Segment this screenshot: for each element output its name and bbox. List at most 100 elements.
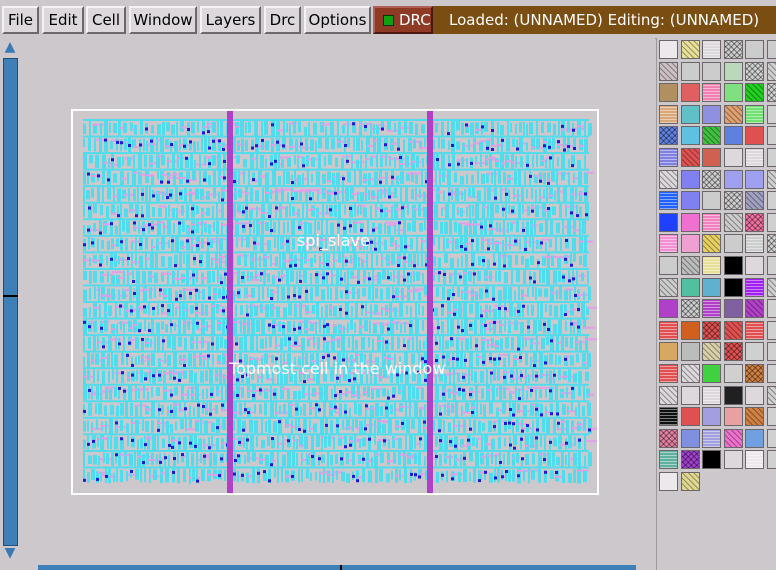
layer-swatch[interactable] (767, 148, 776, 167)
layer-swatch[interactable] (680, 385, 700, 405)
layer-swatch[interactable] (680, 148, 700, 167)
layer-swatch[interactable] (745, 385, 765, 405)
layer-swatch[interactable] (659, 169, 678, 189)
layer-swatch[interactable] (659, 342, 678, 362)
layer-swatch[interactable] (702, 126, 722, 146)
layer-swatch[interactable] (659, 256, 678, 275)
arrow-up-icon[interactable]: ▲ (2, 39, 18, 55)
layer-swatch[interactable] (702, 212, 722, 232)
layer-swatch[interactable] (680, 169, 700, 189)
layer-swatch[interactable] (680, 234, 700, 254)
layer-swatch[interactable] (745, 299, 765, 319)
vertical-scrollbar[interactable]: ▲ ▼ (0, 38, 20, 564)
layer-swatch[interactable] (745, 450, 765, 470)
layer-swatch[interactable] (659, 407, 678, 427)
layer-swatch[interactable] (767, 364, 776, 383)
layer-swatch[interactable] (723, 342, 743, 362)
layer-swatch[interactable] (659, 61, 678, 81)
layer-swatch[interactable] (659, 320, 678, 340)
layer-swatch[interactable] (702, 61, 722, 81)
drc-status-button[interactable]: DRC (373, 6, 433, 34)
layer-swatch[interactable] (723, 104, 743, 124)
layer-swatch[interactable] (702, 277, 722, 297)
layer-swatch[interactable] (702, 385, 722, 405)
layer-swatch[interactable] (680, 342, 700, 362)
layer-swatch[interactable] (767, 450, 776, 470)
layer-swatch[interactable] (723, 212, 743, 232)
layer-swatch[interactable] (680, 407, 700, 427)
layer-swatch[interactable] (767, 191, 776, 211)
layer-swatch[interactable] (745, 40, 765, 59)
menu-file[interactable]: File (2, 6, 39, 34)
layer-swatch[interactable] (680, 364, 700, 383)
layer-swatch[interactable] (723, 256, 743, 275)
layer-swatch[interactable] (745, 61, 765, 81)
horizontal-scroll-track[interactable] (38, 565, 636, 570)
layer-swatch[interactable] (659, 277, 678, 297)
layer-swatch[interactable] (745, 212, 765, 232)
layer-swatch[interactable] (723, 364, 743, 383)
layer-swatch[interactable] (723, 169, 743, 189)
layer-swatch[interactable] (659, 450, 678, 470)
layer-swatch[interactable] (723, 148, 743, 167)
layer-swatch[interactable] (680, 40, 700, 59)
layer-swatch[interactable] (702, 342, 722, 362)
layer-swatch[interactable] (723, 385, 743, 405)
layer-swatch[interactable] (659, 428, 678, 448)
layer-swatch[interactable] (723, 83, 743, 103)
layer-swatch[interactable] (680, 256, 700, 275)
layer-swatch[interactable] (680, 61, 700, 81)
layer-swatch[interactable] (723, 299, 743, 319)
layer-swatch[interactable] (680, 126, 700, 146)
layer-swatch[interactable] (767, 234, 776, 254)
layer-swatch[interactable] (680, 83, 700, 103)
menu-drc[interactable]: Drc (264, 6, 301, 34)
layer-swatch[interactable] (659, 104, 678, 124)
vertical-scroll-thumb[interactable] (3, 295, 18, 297)
layer-swatch[interactable] (745, 148, 765, 167)
layer-swatch[interactable] (659, 148, 678, 167)
menu-window[interactable]: Window (129, 6, 197, 34)
layer-swatch[interactable] (767, 385, 776, 405)
layer-swatch[interactable] (745, 428, 765, 448)
arrow-down-icon[interactable]: ▼ (2, 545, 18, 561)
layer-swatch[interactable] (767, 212, 776, 232)
layer-swatch[interactable] (659, 472, 678, 491)
layer-swatch[interactable] (723, 234, 743, 254)
horizontal-scroll-thumb[interactable] (340, 565, 342, 570)
layer-swatch[interactable] (767, 299, 776, 319)
layer-swatch[interactable] (702, 364, 722, 383)
layer-swatch[interactable] (680, 191, 700, 211)
layer-swatch[interactable] (767, 83, 776, 103)
menu-options[interactable]: Options (304, 6, 371, 34)
layer-swatch[interactable] (723, 191, 743, 211)
layer-swatch[interactable] (723, 320, 743, 340)
layer-swatch[interactable] (659, 385, 678, 405)
layer-swatch[interactable] (723, 277, 743, 297)
layer-swatch[interactable] (680, 450, 700, 470)
layer-swatch[interactable] (659, 299, 678, 319)
layer-swatch[interactable] (723, 40, 743, 59)
layer-swatch[interactable] (659, 191, 678, 211)
layer-swatch[interactable] (659, 40, 678, 59)
layer-swatch[interactable] (659, 83, 678, 103)
layer-swatch[interactable] (745, 191, 765, 211)
layer-swatch[interactable] (659, 212, 678, 232)
layer-swatch[interactable] (680, 299, 700, 319)
layer-swatch[interactable] (680, 320, 700, 340)
menu-cell[interactable]: Cell (86, 6, 126, 34)
layer-swatch[interactable] (702, 191, 722, 211)
layer-swatch[interactable] (702, 148, 722, 167)
vertical-scroll-track[interactable] (3, 58, 18, 546)
layer-swatch[interactable] (767, 169, 776, 189)
layer-swatch[interactable] (767, 428, 776, 448)
layer-swatch[interactable] (680, 104, 700, 124)
layer-swatch[interactable] (680, 212, 700, 232)
layer-swatch[interactable] (767, 104, 776, 124)
horizontal-scrollbar[interactable] (0, 564, 656, 570)
layer-swatch[interactable] (767, 277, 776, 297)
layer-swatch[interactable] (702, 450, 722, 470)
layer-swatch[interactable] (745, 169, 765, 189)
layer-swatch[interactable] (767, 407, 776, 427)
layer-swatch[interactable] (702, 428, 722, 448)
